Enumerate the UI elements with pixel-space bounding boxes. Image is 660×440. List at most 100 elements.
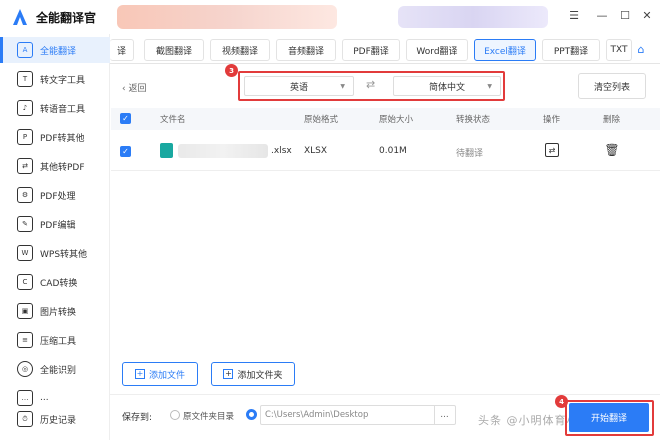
row-checkbox[interactable]: ✓ (120, 146, 131, 157)
sidebar-item-compress[interactable]: ≡ 压缩工具 (0, 327, 110, 353)
sidebar-item-label: 历史记录 (40, 415, 77, 426)
sidebar-item-label: PDF转其他 (40, 133, 85, 144)
sidebar-item-label: 全能翻译 (40, 46, 77, 57)
sidebar-item-recognize[interactable]: ◎ 全能识别 (0, 356, 110, 382)
sidebar: A 全能翻译 T 转文字工具 ♪ 转语音工具 P PDF转其他 ⇄ 其他转PDF… (0, 34, 110, 440)
file-format: XLSX (304, 146, 328, 156)
app-logo-icon (13, 9, 27, 25)
output-path-field[interactable]: C:\Users\Admin\Desktop (260, 405, 456, 425)
image-icon: ▣ (17, 303, 33, 319)
tab-txt-translate[interactable]: TXT (606, 39, 632, 61)
tab-partial[interactable]: 译 (110, 39, 134, 61)
sidebar-item-label: PDF处理 (40, 191, 76, 202)
table-header: ✓ 文件名 原始格式 原始大小 转换状态 操作 删除 (111, 108, 660, 130)
recognize-icon: ◎ (17, 361, 33, 377)
swap-operation-icon[interactable]: ⇄ (545, 143, 559, 157)
source-folder-radio[interactable] (170, 410, 180, 420)
language-selector: 英语 ▼ ⇄ 简体中文 ▼ (238, 71, 505, 101)
sidebar-item-to-pdf[interactable]: ⇄ 其他转PDF (0, 153, 110, 179)
sidebar-item-label: 全能识别 (40, 365, 77, 376)
history-icon: ⏱ (17, 411, 33, 427)
wps-icon: W (17, 245, 33, 261)
column-header: 操作 (543, 115, 561, 125)
text-convert-icon: T (17, 71, 33, 87)
sidebar-item-label: ... (40, 393, 49, 403)
to-pdf-icon: ⇄ (17, 158, 33, 174)
pdf-edit-icon: ✎ (17, 216, 33, 232)
file-extension: .xlsx (271, 146, 292, 156)
app-title: 全能翻译官 (36, 11, 97, 25)
tab-screenshot-translate[interactable]: 截图翻译 (144, 39, 204, 61)
start-translate-button[interactable]: 开始翻译 (569, 403, 649, 432)
tab-bar: 译 截图翻译 视频翻译 音频翻译 PDF翻译 Word翻译 Excel翻译 PP… (110, 34, 660, 64)
sidebar-item-history[interactable]: ⏱ 历史记录 (0, 406, 110, 432)
tab-ppt-translate[interactable]: PPT翻译 (542, 39, 600, 61)
source-language-select[interactable]: 英语 ▼ (244, 76, 354, 96)
sidebar-item-cad[interactable]: C CAD转换 (0, 269, 110, 295)
tab-excel-translate[interactable]: Excel翻译 (474, 39, 536, 61)
add-folder-label: 添加文件夹 (237, 370, 283, 381)
pdf-convert-icon: P (17, 129, 33, 145)
file-size: 0.01M (379, 146, 407, 156)
column-header: 转换状态 (456, 115, 491, 125)
tab-word-translate[interactable]: Word翻译 (406, 39, 468, 61)
pdf-process-icon: ⚙ (17, 187, 33, 203)
sidebar-item-label: PDF编辑 (40, 220, 76, 231)
sidebar-item-pdf-convert[interactable]: P PDF转其他 (0, 124, 110, 150)
maximize-icon[interactable]: ☐ (618, 8, 632, 22)
excel-file-icon (160, 143, 173, 158)
add-icon: + (134, 369, 145, 379)
cad-icon: C (17, 274, 33, 290)
translate-icon: A (17, 42, 33, 58)
target-language-select[interactable]: 简体中文 ▼ (393, 76, 501, 96)
more-icon: … (17, 390, 33, 406)
select-all-checkbox[interactable]: ✓ (120, 113, 131, 124)
sidebar-item-voice-tool[interactable]: ♪ 转语音工具 (0, 95, 110, 121)
step-badge-3: 3 (225, 64, 238, 77)
column-header: 原始格式 (304, 115, 339, 125)
title-bar: 全能翻译官 ☰ — ☐ ✕ (0, 0, 660, 34)
custom-path-radio[interactable] (246, 409, 257, 420)
add-icon: + (223, 369, 234, 379)
blurred-account (398, 6, 548, 28)
column-header: 文件名 (160, 115, 186, 125)
chevron-down-icon: ▼ (487, 83, 492, 90)
clear-list-button[interactable]: 清空列表 (578, 73, 646, 99)
minimize-icon[interactable]: — (595, 8, 609, 22)
column-header: 原始大小 (379, 115, 414, 125)
sidebar-item-text-tool[interactable]: T 转文字工具 (0, 66, 110, 92)
sidebar-item-pdf-process[interactable]: ⚙ PDF处理 (0, 182, 110, 208)
sidebar-item-label: 转文字工具 (40, 75, 86, 86)
conversion-status: 待翻译 (456, 149, 484, 159)
menu-icon[interactable]: ☰ (567, 8, 581, 22)
browse-button[interactable]: ... (434, 406, 454, 424)
chevron-down-icon: ▼ (340, 83, 345, 90)
source-language-value: 英语 (289, 82, 308, 93)
sidebar-item-pdf-edit[interactable]: ✎ PDF编辑 (0, 211, 110, 237)
tab-audio-translate[interactable]: 音频翻译 (276, 39, 336, 61)
add-file-label: 添加文件 (148, 370, 185, 381)
target-language-value: 简体中文 (428, 82, 465, 93)
sidebar-item-label: WPS转其他 (40, 249, 88, 260)
voice-icon: ♪ (17, 100, 33, 116)
close-icon[interactable]: ✕ (640, 8, 654, 22)
swap-arrows-icon[interactable]: ⇄ (366, 78, 375, 91)
trash-icon[interactable]: 🗑 (604, 142, 619, 158)
add-file-button[interactable]: + 添加文件 (122, 362, 198, 386)
sidebar-item-label: CAD转换 (40, 278, 78, 289)
sidebar-item-translate[interactable]: A 全能翻译 (0, 37, 110, 63)
table-row: ✓ .xlsx XLSX 0.01M 待翻译 ⇄ 🗑 (111, 133, 660, 171)
home-icon[interactable]: ⌂ (634, 42, 648, 56)
sidebar-item-wps[interactable]: W WPS转其他 (0, 240, 110, 266)
source-folder-label: 原文件夹目录 (183, 412, 235, 422)
blurred-filename (178, 144, 268, 158)
compress-icon: ≡ (17, 332, 33, 348)
sidebar-item-label: 图片转换 (40, 307, 77, 318)
tab-pdf-translate[interactable]: PDF翻译 (342, 39, 400, 61)
tab-video-translate[interactable]: 视频翻译 (210, 39, 270, 61)
add-folder-button[interactable]: + 添加文件夹 (211, 362, 295, 386)
sidebar-item-image[interactable]: ▣ 图片转换 (0, 298, 110, 324)
sidebar-item-label: 其他转PDF (40, 162, 85, 173)
back-button[interactable]: ‹ 返回 (122, 81, 146, 94)
blurred-banner (117, 5, 337, 29)
